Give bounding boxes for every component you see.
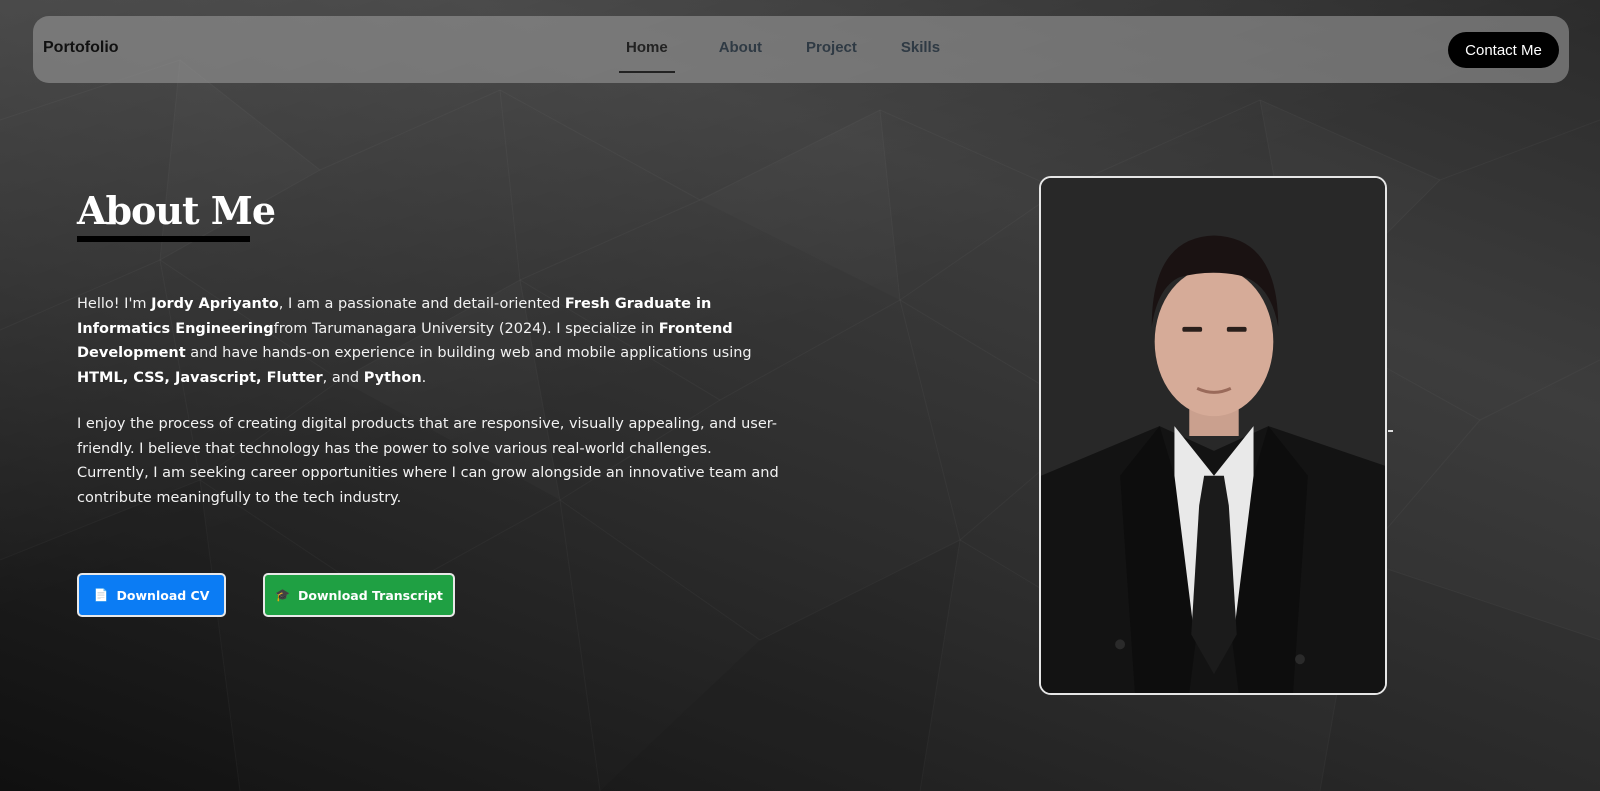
nav-link-skills[interactable]: Skills (901, 39, 940, 56)
intro-text: Hello! I'm (77, 296, 152, 312)
contact-me-button[interactable]: Contact Me (1448, 32, 1559, 68)
title-underline (77, 236, 250, 242)
intro-text: , and (322, 369, 364, 386)
download-cv-label: Download CV (116, 587, 210, 603)
person-portrait-image (1041, 178, 1385, 693)
section-title: About Me (77, 188, 276, 233)
skills-text: Python (363, 369, 422, 386)
decorative-dash (1388, 430, 1393, 432)
navbar: Portofolio Home About Project Skills Con… (33, 16, 1569, 83)
brand-logo[interactable]: Portofolio (43, 39, 119, 57)
nav-link-home[interactable]: Home (619, 39, 675, 73)
intro-text: . (421, 369, 427, 386)
nav-link-project[interactable]: Project (806, 39, 857, 56)
intro-text: from Tarumanagara University (2024). I s… (273, 320, 659, 337)
nav-link-about[interactable]: About (719, 39, 762, 56)
graduation-cap-icon: 🎓 (275, 588, 291, 602)
about-intro-paragraph: Hello! I'm Jordy Apriyanto, I am a passi… (77, 292, 787, 390)
intro-text: and have hands-on experience in building… (185, 345, 752, 361)
document-icon: 📄 (93, 588, 109, 602)
profile-photo (1039, 176, 1387, 695)
name-text: Jordy Apriyanto (151, 296, 279, 312)
download-transcript-label: Download Transcript (298, 587, 443, 603)
skills-text: HTML, CSS, Javascript, Flutter (77, 369, 323, 386)
download-cv-button[interactable]: 📄 Download CV (77, 573, 226, 617)
intro-text: , I am a passionate and detail-oriented (278, 296, 565, 312)
about-goal-paragraph: I enjoy the process of creating digital … (77, 416, 779, 506)
download-transcript-button[interactable]: 🎓 Download Transcript (263, 573, 455, 617)
nav-links: Home About Project Skills (619, 39, 940, 73)
